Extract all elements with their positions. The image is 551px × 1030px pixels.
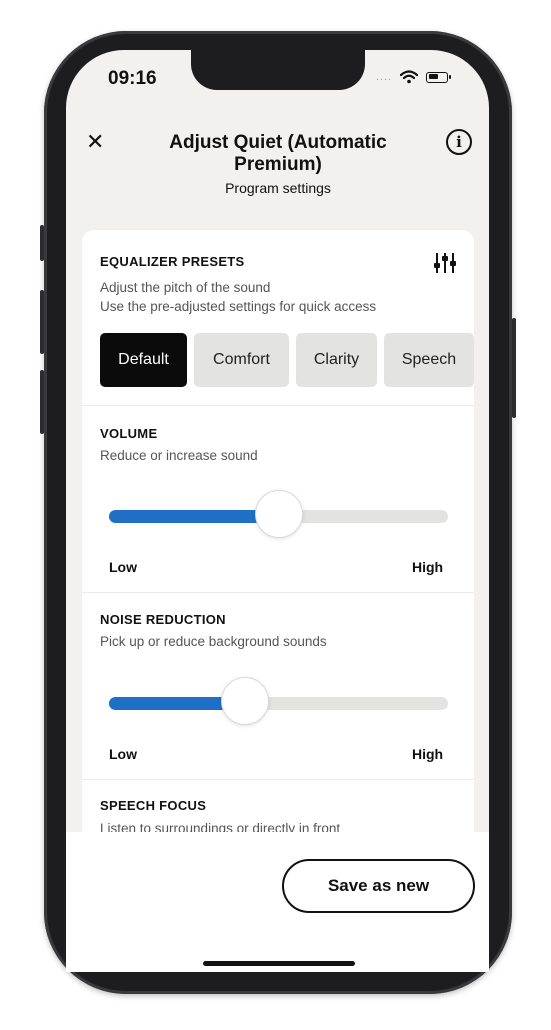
volume-thumb[interactable] <box>254 490 303 538</box>
side-button <box>40 370 44 434</box>
noise-reduction-title: NOISE REDUCTION <box>100 612 226 627</box>
info-button[interactable]: i <box>446 129 472 155</box>
speech-focus-title: SPEECH FOCUS <box>100 798 207 813</box>
status-time: 09:16 <box>108 68 157 89</box>
preset-default[interactable]: Default <box>100 333 187 387</box>
preset-comfort[interactable]: Comfort <box>194 333 289 387</box>
divider <box>82 592 474 593</box>
noise-reduction-low-label: Low <box>109 746 137 762</box>
volume-desc: Reduce or increase sound <box>100 448 258 463</box>
home-indicator <box>203 961 355 966</box>
page-subtitle: Program settings <box>225 180 331 196</box>
noise-reduction-thumb[interactable] <box>220 677 269 725</box>
close-button[interactable]: ✕ <box>86 131 104 153</box>
settings-card: EQUALIZER PRESETS Adjust the pitch of th… <box>82 230 474 850</box>
page-title: Adjust Quiet (Automatic Premium) <box>169 132 387 175</box>
volume-track-fill <box>109 510 279 523</box>
preset-row: Default Comfort Clarity Speech <box>100 333 474 387</box>
side-button <box>512 318 516 418</box>
preset-clarity[interactable]: Clarity <box>296 333 377 387</box>
divider <box>82 779 474 780</box>
volume-low-label: Low <box>109 559 137 575</box>
equalizer-settings-icon[interactable] <box>433 252 457 274</box>
volume-title: VOLUME <box>100 426 158 441</box>
equalizer-title: EQUALIZER PRESETS <box>100 254 245 269</box>
volume-slider[interactable] <box>109 490 448 542</box>
signal-dots: .... <box>376 71 393 83</box>
notch <box>191 50 365 90</box>
side-button <box>40 290 44 354</box>
noise-reduction-high-label: High <box>412 746 444 762</box>
equalizer-desc-2: Use the pre-adjusted settings for quick … <box>100 299 377 314</box>
noise-reduction-desc: Pick up or reduce background sounds <box>100 634 327 649</box>
noise-reduction-track[interactable] <box>109 697 448 710</box>
divider <box>82 405 474 406</box>
status-icons: .... <box>376 70 452 84</box>
wifi-icon <box>400 70 419 84</box>
preset-speech[interactable]: Speech <box>384 333 474 387</box>
volume-high-label: High <box>412 559 444 575</box>
save-as-new-button[interactable]: Save as new <box>282 859 475 913</box>
equalizer-desc-1: Adjust the pitch of the sound <box>100 280 271 295</box>
side-button <box>40 225 44 261</box>
noise-reduction-slider[interactable] <box>109 677 448 729</box>
battery-icon <box>426 71 452 83</box>
